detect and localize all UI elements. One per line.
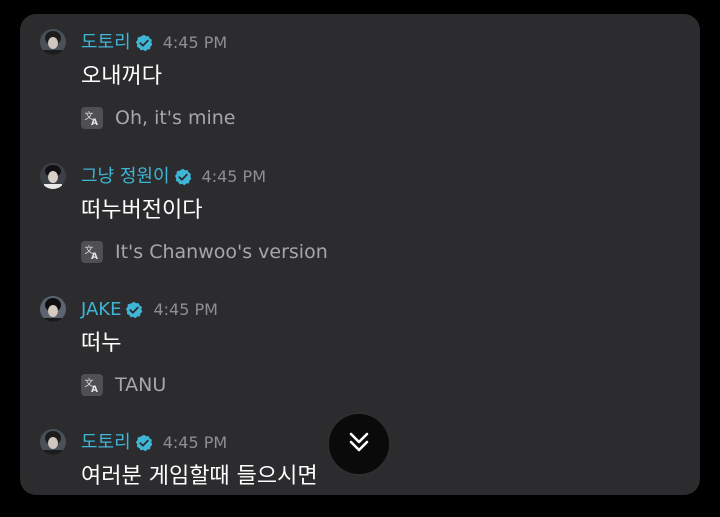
translation-text: TANU [115,374,167,396]
translate-icon: 文 A [81,107,103,129]
avatar[interactable] [40,296,66,322]
translate-icon: 文 A [81,374,103,396]
svg-text:A: A [91,252,98,260]
avatar[interactable] [40,163,66,189]
message-header: 도토리 4:45 PM [81,430,227,456]
message-text: 떠누 [81,331,122,356]
timestamp: 4:45 PM [162,433,228,452]
translation-row[interactable]: 文 A Oh, it's mine [81,105,236,131]
username[interactable]: 그냥 정원이 [81,166,170,188]
svg-text:A: A [91,385,98,393]
timestamp: 4:45 PM [153,300,218,319]
message-header: 도토리 4:45 PM [81,30,227,56]
verified-check-icon [135,34,153,52]
double-chevron-down-icon [345,428,373,460]
username[interactable]: 도토리 [81,32,131,54]
verified-check-icon [135,434,153,452]
scroll-to-bottom-button[interactable] [327,412,391,476]
message-header: 그냥 정원이 4:45 PM [81,164,266,190]
translation-text: It's Chanwoo's version [115,241,328,263]
translation-row[interactable]: 文 A TANU [81,372,166,398]
translate-icon: 文 A [81,241,103,263]
translation-text: Oh, it's mine [115,107,236,129]
avatar[interactable] [40,29,66,55]
svg-text:A: A [91,118,98,126]
avatar[interactable] [40,429,66,455]
verified-check-icon [174,168,192,186]
verified-check-icon [125,301,143,319]
message-text: 여러분 게임할때 들으시면 [81,464,318,489]
translation-row[interactable]: 文 A It's Chanwoo's version [81,239,328,265]
username[interactable]: 도토리 [81,432,131,454]
timestamp: 4:45 PM [201,167,266,186]
message-text: 오내꺼다 [81,64,162,89]
username[interactable]: JAKE [81,299,121,321]
timestamp: 4:45 PM [162,33,228,52]
message-header: JAKE 4:45 PM [81,297,218,323]
message-text: 떠누버전이다 [81,198,203,223]
